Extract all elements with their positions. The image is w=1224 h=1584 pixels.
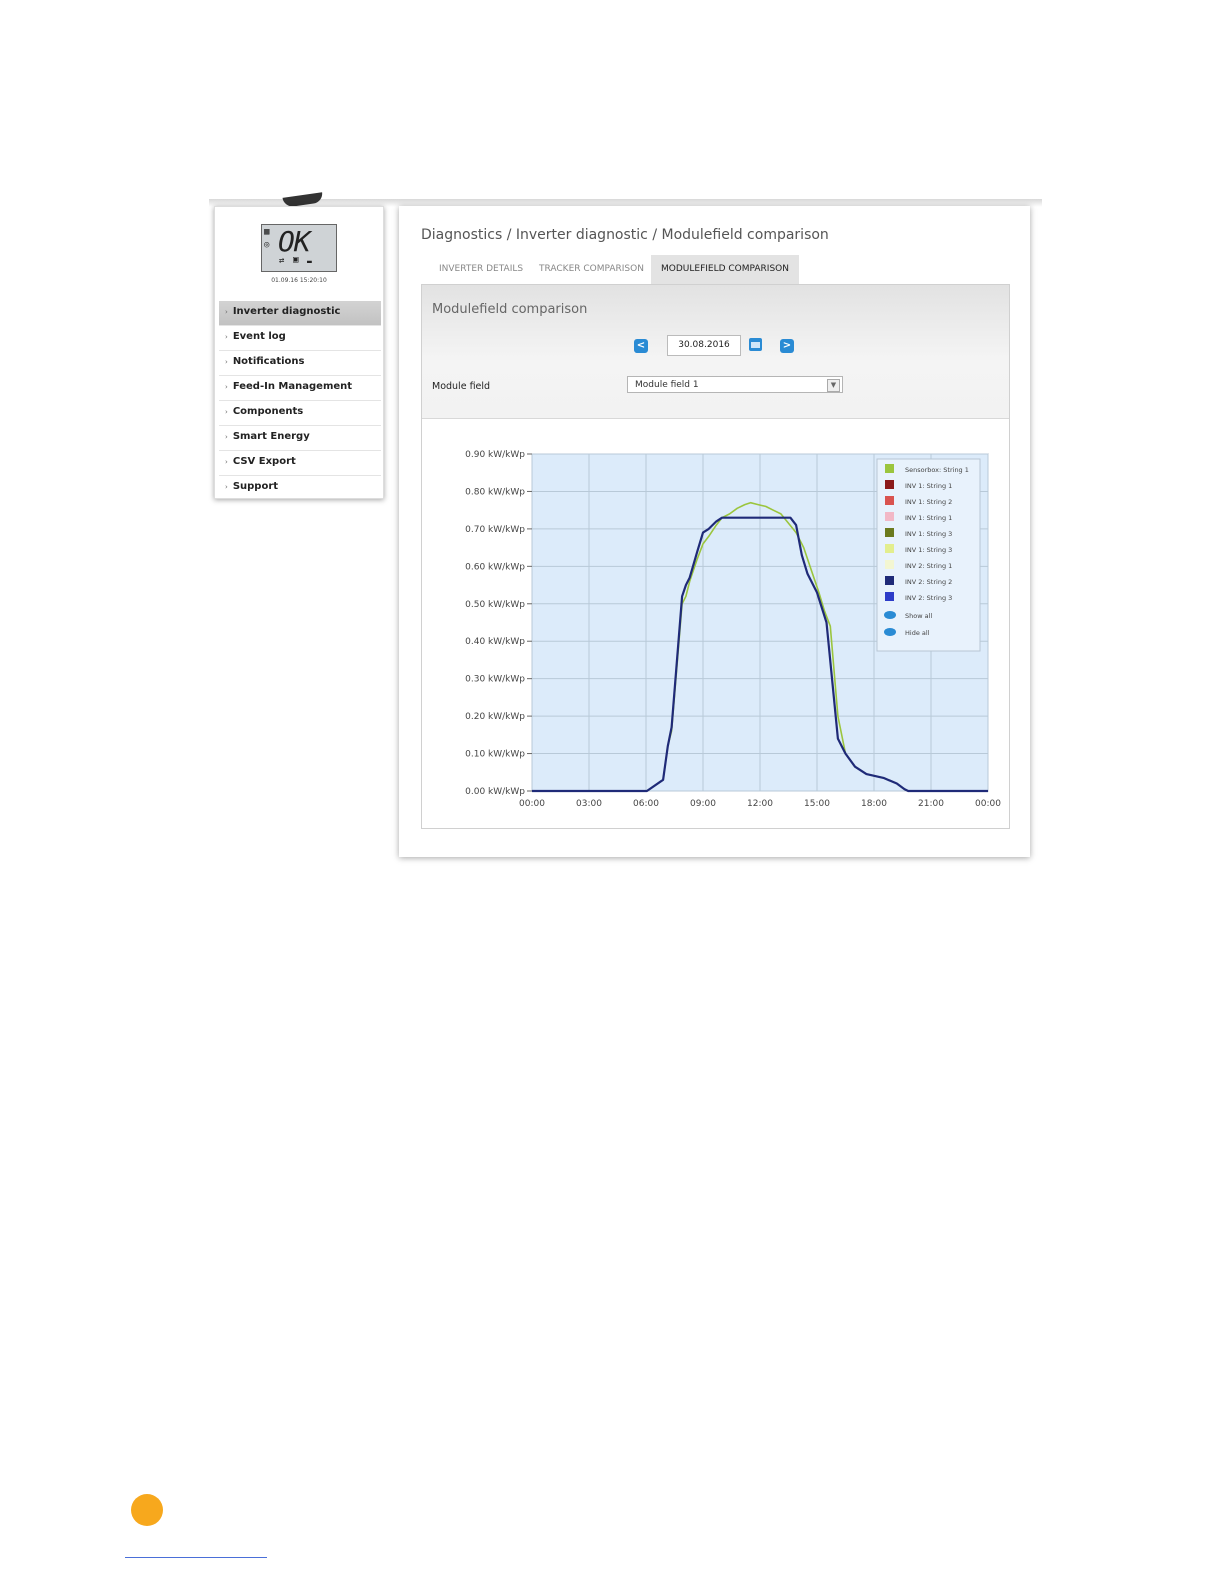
sidebar-item-label: Event log: [232, 331, 286, 342]
sidebar-item-csv-export[interactable]: › CSV Export: [219, 451, 381, 476]
signal-icon: ▬: [307, 257, 312, 266]
y-tick-label: 0.60 kW/kWp: [465, 562, 525, 572]
legend-swatch: [885, 560, 894, 569]
legend-label: INV 1: String 3: [905, 546, 952, 554]
module-field-label: Module field: [432, 381, 491, 392]
sidebar-item-inverter-diagnostic[interactable]: › Inverter diagnostic: [219, 301, 381, 326]
calendar-icon[interactable]: [749, 338, 762, 351]
orange-bullet-icon: [131, 1494, 163, 1526]
modulefield-content: Modulefield comparison < 30.08.2016 > Mo…: [421, 284, 1010, 829]
y-tick-label: 0.20 kW/kWp: [465, 712, 525, 722]
sidebar-item-event-log[interactable]: › Event log: [219, 326, 381, 351]
module-field-select[interactable]: Module field 1 ▼: [627, 376, 843, 393]
date-field[interactable]: 30.08.2016: [667, 335, 741, 356]
x-tick-label: 00:00: [519, 799, 545, 809]
x-tick-label: 09:00: [690, 799, 716, 809]
chevron-right-icon: ›: [225, 333, 228, 341]
y-tick-label: 0.90 kW/kWp: [465, 450, 525, 460]
x-tick-label: 21:00: [918, 799, 944, 809]
chevron-down-icon: ▼: [827, 379, 840, 392]
battery-icon: ▣: [293, 255, 299, 265]
sidebar-item-support[interactable]: › Support: [219, 476, 381, 500]
prev-day-button[interactable]: <: [634, 339, 648, 353]
sidebar-item-label: Components: [232, 406, 304, 417]
legend-label: Sensorbox: String 1: [905, 466, 969, 474]
status-timestamp: 01.09.16 15:20:10: [271, 277, 327, 284]
legend-swatch: [885, 528, 894, 537]
chevron-right-icon: ›: [225, 458, 228, 466]
y-tick-label: 0.70 kW/kWp: [465, 525, 525, 535]
legend-swatch: [885, 480, 894, 489]
x-tick-label: 15:00: [804, 799, 830, 809]
x-tick-label: 03:00: [576, 799, 602, 809]
x-tick-label: 00:00: [975, 799, 1001, 809]
transfer-icon: ⇄: [279, 256, 285, 266]
legend-label: INV 2: String 2: [905, 578, 952, 586]
tab-tracker-comparison[interactable]: TRACKER COMPARISON: [539, 255, 644, 284]
x-tick-label: 12:00: [747, 799, 773, 809]
chevron-right-icon: ›: [225, 433, 228, 441]
sidebar-item-label: Support: [232, 481, 279, 492]
tab-inverter-details[interactable]: INVERTER DETAILS: [439, 255, 523, 284]
chevron-right-icon: ›: [225, 358, 228, 366]
sidebar-item-label: Inverter diagnostic: [232, 306, 341, 317]
y-tick-label: 0.10 kW/kWp: [465, 750, 525, 760]
sidebar-item-label: Smart Energy: [232, 431, 310, 442]
y-tick-label: 0.80 kW/kWp: [465, 487, 525, 497]
sidebar-item-label: Notifications: [232, 356, 305, 367]
sidebar-item-feed-in-management[interactable]: › Feed-In Management: [219, 376, 381, 401]
module-field-value: Module field 1: [635, 380, 699, 390]
status-ok-text: OK: [278, 225, 311, 258]
y-tick-label: 0.00 kW/kWp: [465, 787, 525, 797]
chevron-right-icon: ›: [225, 383, 228, 391]
tab-modulefield-comparison[interactable]: MODULEFIELD COMPARISON: [651, 255, 799, 284]
footer-divider: [125, 1557, 267, 1558]
legend-swatch: [885, 592, 894, 601]
main-panel: Diagnostics / Inverter diagnostic / Modu…: [399, 206, 1030, 857]
y-tick-label: 0.40 kW/kWp: [465, 637, 525, 647]
legend-swatch: [885, 464, 894, 473]
breadcrumb: Diagnostics / Inverter diagnostic / Modu…: [421, 227, 829, 243]
x-tick-label: 18:00: [861, 799, 887, 809]
eye-icon: [884, 628, 896, 636]
legend-label: INV 2: String 1: [905, 562, 952, 570]
sidebar-item-label: CSV Export: [232, 456, 296, 467]
chevron-right-icon: ›: [225, 408, 228, 416]
eye-icon: [884, 611, 896, 619]
legend-swatch: [885, 496, 894, 505]
y-tick-label: 0.30 kW/kWp: [465, 675, 525, 685]
sidebar-nav: › Inverter diagnostic › Event log › Notific…: [219, 301, 381, 500]
y-tick-label: 0.50 kW/kWp: [465, 600, 525, 610]
legend-label: INV 1: String 1: [905, 514, 952, 522]
legend-label: INV 1: String 1: [905, 482, 952, 490]
chevron-right-icon: ›: [225, 483, 228, 491]
x-tick-label: 06:00: [633, 799, 659, 809]
chevron-right-icon: ›: [225, 308, 228, 316]
modulefield-chart: 00:00 03:00 06:00 09:00 12:00 15:00 18:00 21:00…: [465, 450, 1001, 809]
legend-swatch: [885, 576, 894, 585]
sidebar-panel: ▦ ◎ OK ⇄ ▣ ▬ 01.09.16 15:20:10 › Inverter…: [214, 206, 384, 499]
filter-header: Modulefield comparison < 30.08.2016 > Mo…: [422, 285, 1009, 419]
next-day-button[interactable]: >: [780, 339, 794, 353]
legend-action-label: Show all: [905, 612, 932, 620]
legend-label: INV 1: String 2: [905, 498, 952, 506]
sidebar-item-components[interactable]: › Components: [219, 401, 381, 426]
sidebar-item-label: Feed-In Management: [232, 381, 353, 392]
sidebar-item-smart-energy[interactable]: › Smart Energy: [219, 426, 381, 451]
globe-icon: ◎: [264, 240, 270, 250]
legend-label: INV 2: String 3: [905, 594, 952, 602]
grid-icon: ▦: [264, 227, 270, 237]
status-display: ▦ ◎ OK ⇄ ▣ ▬: [261, 224, 337, 272]
screenshot-frame: ▦ ◎ OK ⇄ ▣ ▬ 01.09.16 15:20:10 › Inverter…: [209, 192, 1042, 866]
legend-swatch: [885, 512, 894, 521]
legend-action-label: Hide all: [905, 629, 930, 637]
legend-swatch: [885, 544, 894, 553]
section-title: Modulefield comparison: [432, 302, 588, 317]
sidebar-item-notifications[interactable]: › Notifications: [219, 351, 381, 376]
legend-label: INV 1: String 3: [905, 530, 952, 538]
